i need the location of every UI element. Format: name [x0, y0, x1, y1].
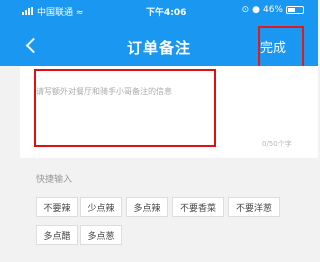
battery-icon	[286, 6, 304, 14]
status-right: ⊙ ● 46%	[242, 5, 304, 15]
battery-percent: 46%	[262, 5, 283, 15]
quick-chip[interactable]: 不要洋葱	[228, 197, 280, 217]
location-icon: ●	[252, 5, 260, 15]
quick-chip[interactable]: 多点辣	[126, 197, 168, 217]
note-highlight-box	[34, 69, 216, 147]
quick-chip[interactable]: 多点醋	[36, 225, 78, 245]
status-bar: 中国联通 ≈ 下午4:06 ⊙ ● 46%	[0, 0, 318, 22]
signal-icon	[22, 7, 34, 15]
status-time: 下午4:06	[146, 8, 187, 18]
quick-input-title: 快捷输入	[36, 175, 73, 185]
wifi-icon: ≈	[75, 8, 84, 18]
char-counter: 0/50个字	[262, 140, 292, 148]
quick-chip[interactable]: 多点葱	[80, 225, 122, 245]
quick-chip[interactable]: 不要辣	[36, 197, 78, 217]
quick-chip[interactable]: 少点辣	[80, 197, 122, 217]
quick-chip[interactable]: 不要香菜	[172, 197, 224, 217]
alarm-icon: ⊙	[241, 5, 250, 15]
carrier-label: 中国联通 ≈	[22, 5, 83, 18]
